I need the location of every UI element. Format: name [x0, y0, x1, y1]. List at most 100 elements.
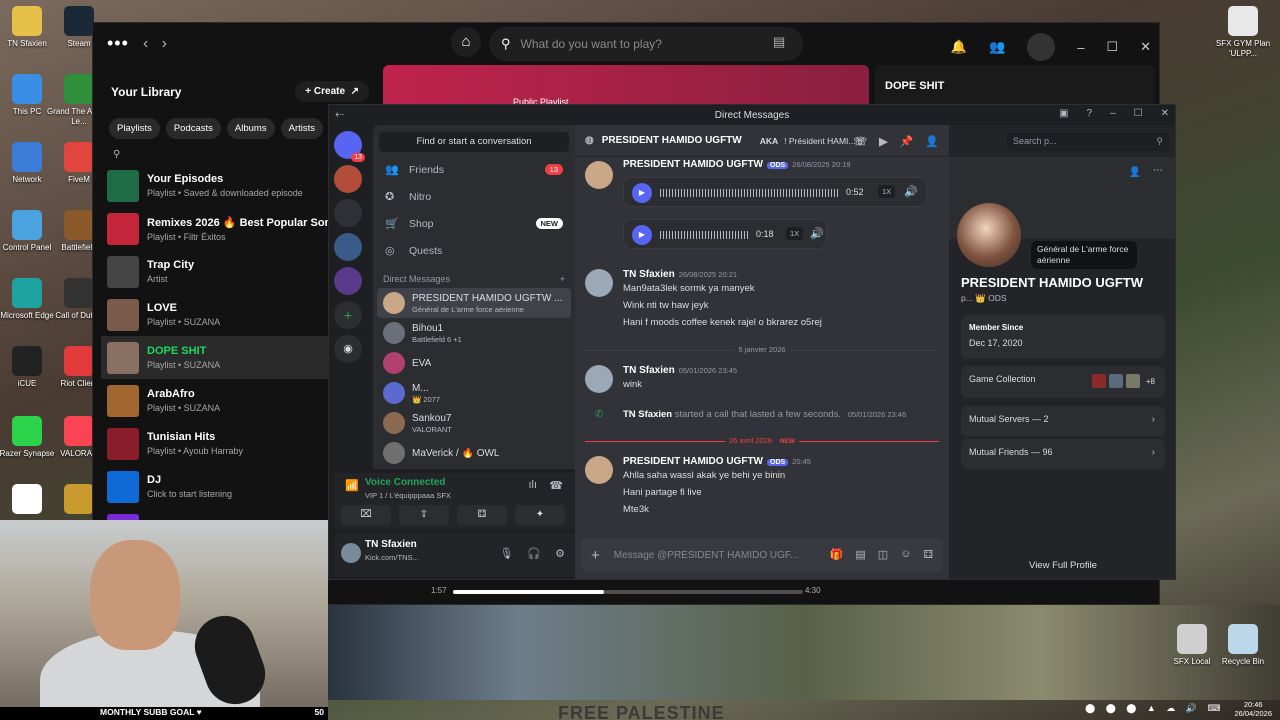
- emoji-icon[interactable]: ☺: [900, 548, 911, 561]
- find-conversation-input[interactable]: Find or start a conversation: [379, 132, 569, 152]
- dm-item[interactable]: M... 👑 2077: [377, 378, 571, 408]
- dm-item[interactable]: MaVerick / 🔥 OWL: [377, 438, 571, 468]
- add-friends-icon[interactable]: 👤: [925, 135, 939, 148]
- bell-icon[interactable]: 🔔: [951, 39, 967, 55]
- server-icon[interactable]: [334, 199, 362, 227]
- library-item-text: LOVE Playlist • SUZANA: [147, 302, 220, 327]
- sticker-icon[interactable]: ◫: [878, 548, 888, 561]
- filter-chip[interactable]: Playlists: [109, 118, 160, 139]
- add-server-icon[interactable]: +: [334, 301, 362, 329]
- close-icon[interactable]: ✕: [1161, 108, 1169, 119]
- camera-off-icon[interactable]: ⌧: [341, 505, 391, 525]
- discover-icon[interactable]: ◉: [334, 335, 362, 363]
- screen-share-icon[interactable]: ⇪: [399, 505, 449, 525]
- speed-button[interactable]: 1X: [878, 185, 896, 198]
- maximize-icon[interactable]: ☐: [1134, 108, 1143, 119]
- server-icon[interactable]: [334, 165, 362, 193]
- desktop-shortcut[interactable]: SFX GYM Plan 'ULPP...: [1208, 6, 1278, 59]
- activities-icon[interactable]: ⚃: [457, 505, 507, 525]
- noise-icon[interactable]: ılı: [528, 479, 537, 491]
- clock[interactable]: 20:46 26/04/2026: [1234, 700, 1272, 718]
- filter-chip[interactable]: Artists: [280, 118, 323, 139]
- voice-message[interactable]: ▶ 0:18 1X 🔊: [623, 219, 827, 249]
- tray-icons[interactable]: ⬤ ⬤ ⬤ ▲ ☁ 🔊 ⌨: [1085, 703, 1224, 714]
- avatar[interactable]: [341, 543, 361, 563]
- search-input[interactable]: ⚲ What do you want to play?: [489, 27, 803, 61]
- progress-fill: [453, 590, 604, 594]
- minimize-icon[interactable]: –: [1077, 40, 1084, 55]
- call-icon[interactable]: ☏: [853, 135, 867, 148]
- dm-item[interactable]: PRESIDENT HAMIDO UGFTW ... Général de L'a…: [377, 288, 571, 318]
- game-collection-card[interactable]: Game Collection +8: [961, 366, 1165, 398]
- nav-item-nitro[interactable]: ✪ Nitro: [373, 183, 575, 210]
- dm-home-icon[interactable]: 13: [334, 131, 365, 162]
- voice-message[interactable]: ▶ 0:52 1X 🔊: [623, 177, 927, 207]
- desktop-shortcut[interactable]: Recycle Bin: [1208, 624, 1278, 667]
- mutual-servers-card[interactable]: Mutual Servers — 2 ›: [961, 406, 1165, 436]
- headphones-icon[interactable]: 🎧: [527, 547, 541, 560]
- apps-icon[interactable]: ⚃: [923, 548, 933, 561]
- volume-icon[interactable]: 🔊: [904, 185, 918, 198]
- create-button[interactable]: + Create ↗: [295, 81, 369, 102]
- message-input[interactable]: + Message @PRESIDENT HAMIDO UGF... 🎁 ▤ ◫…: [581, 538, 943, 572]
- aka-name: ! Président HAMI...: [784, 135, 856, 146]
- friends-activity-icon[interactable]: 👥: [989, 39, 1005, 55]
- dm-item[interactable]: Sankou7 VALORANT: [377, 408, 571, 438]
- chat-header: ◍ PRESIDENT HAMIDO UGFTW AKA ! Président…: [575, 125, 949, 157]
- nav-item-friends[interactable]: 👥 Friends 13: [373, 156, 575, 183]
- disconnect-icon[interactable]: ☎: [549, 479, 563, 492]
- mutual-friends-card[interactable]: Mutual Friends — 96 ›: [961, 439, 1165, 469]
- settings-icon[interactable]: ⚙: [555, 547, 565, 560]
- play-icon[interactable]: ▶: [632, 225, 652, 245]
- pin-icon[interactable]: 📌: [900, 135, 914, 148]
- library-item-text: DJ Click to start listening: [147, 474, 232, 499]
- avatar[interactable]: [1027, 33, 1056, 61]
- minimize-icon[interactable]: –: [1110, 108, 1116, 119]
- gift-icon[interactable]: 🎁: [830, 548, 844, 561]
- aka-label: AKA: [759, 135, 779, 146]
- filter-chip[interactable]: Albums: [226, 118, 275, 139]
- cover-thumbnail: [107, 298, 139, 331]
- close-icon[interactable]: ✕: [1140, 39, 1151, 55]
- mic-icon[interactable]: 🎙: [499, 547, 513, 560]
- search-icon[interactable]: ⚲: [113, 149, 120, 160]
- window-controls: 🔔 👥 – ☐ ✕: [951, 33, 1151, 61]
- app-icon: [1177, 624, 1207, 654]
- speed-button[interactable]: 1X: [786, 227, 804, 240]
- voice-status[interactable]: Voice Connected: [365, 477, 445, 488]
- voice-channel[interactable]: VIP 1 / L'équipppaaa SFX: [365, 491, 451, 500]
- menu-icon[interactable]: •••: [107, 33, 129, 54]
- gif-icon[interactable]: ▤: [855, 548, 865, 561]
- progress-bar[interactable]: [453, 590, 803, 594]
- shortcut-label: SFX GYM Plan 'ULPP...: [1215, 39, 1271, 58]
- dm-item[interactable]: EVA: [377, 348, 571, 378]
- add-friend-icon[interactable]: 👤: [1129, 167, 1141, 178]
- back-icon[interactable]: ⇠: [335, 108, 344, 121]
- play-icon[interactable]: ▶: [632, 183, 652, 203]
- nav-item-quests[interactable]: ◎ Quests: [373, 237, 575, 264]
- shortcut-label: Recycle Bin: [1221, 657, 1265, 666]
- more-icon[interactable]: ⋯: [1153, 165, 1163, 176]
- add-dm-icon[interactable]: +: [560, 274, 565, 284]
- volume-icon[interactable]: 🔊: [810, 227, 824, 240]
- browse-icon[interactable]: ▤: [773, 34, 785, 50]
- video-icon[interactable]: ▶: [879, 135, 887, 148]
- server-icon[interactable]: [334, 267, 362, 295]
- maximize-icon[interactable]: ☐: [1106, 39, 1118, 55]
- user-name[interactable]: TN Sfaxien: [365, 539, 417, 550]
- nav-item-shop[interactable]: 🛒 Shop NEW: [373, 210, 575, 237]
- inbox-icon[interactable]: ▣: [1059, 108, 1068, 119]
- view-full-profile-button[interactable]: View Full Profile: [961, 560, 1165, 571]
- attach-icon[interactable]: +: [591, 547, 600, 564]
- server-icon[interactable]: [334, 233, 362, 261]
- filter-chip[interactable]: Podcasts: [165, 118, 221, 139]
- search-input[interactable]: Search p... ⚲: [1007, 133, 1169, 151]
- avatar: ◍: [585, 135, 594, 146]
- user-panel: TN Sfaxien Kick.com/TNS... 🎙 🎧 ⚙: [335, 533, 575, 577]
- back-forward-icons[interactable]: ‹ ›: [143, 35, 167, 53]
- dm-item[interactable]: Bihou1 Battlefield 6 +1: [377, 318, 571, 348]
- library-item-subtitle: Playlist • Saved & downloaded episode: [147, 188, 303, 198]
- soundboard-icon[interactable]: ✦: [515, 505, 565, 525]
- home-icon[interactable]: ⌂: [451, 27, 481, 57]
- help-icon[interactable]: ?: [1087, 108, 1093, 119]
